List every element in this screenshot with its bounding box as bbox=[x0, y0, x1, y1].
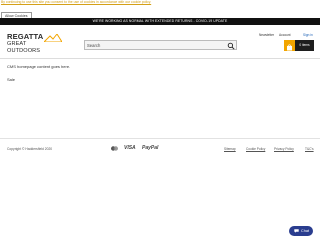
chat-label: Chat bbox=[301, 229, 310, 233]
footer-divider bbox=[0, 138, 320, 139]
footer-link-privacy-policy[interactable]: Privacy Policy bbox=[274, 147, 294, 151]
search-box[interactable] bbox=[84, 40, 237, 50]
logo[interactable]: REGATTA GREAT OUTDOORS bbox=[7, 33, 62, 55]
footer-link-terms[interactable]: T&C's bbox=[305, 147, 314, 151]
basket-button[interactable]: 0 items bbox=[295, 40, 314, 51]
visa-icon: VISA bbox=[124, 145, 136, 151]
header-divider bbox=[0, 58, 320, 59]
account-link[interactable]: Account bbox=[279, 33, 291, 37]
sign-in-link[interactable]: Sign in bbox=[303, 33, 313, 37]
mastercard-icon bbox=[111, 146, 118, 151]
newsletter-link[interactable]: Newsletter bbox=[259, 33, 274, 37]
promo-bar[interactable]: WE'RE WORKING AS NORMAL WITH EXTENDED RE… bbox=[0, 18, 320, 25]
basket-icon-box[interactable] bbox=[284, 40, 295, 51]
paypal-icon: PayPal bbox=[142, 145, 159, 151]
copyright-text: Copyright © Haddersfield 2020 bbox=[7, 147, 53, 151]
logo-line2: GREAT OUTDOORS bbox=[7, 41, 41, 54]
logo-mountain-icon bbox=[44, 34, 62, 42]
cms-content-text: CMS homepage content goes here. bbox=[7, 64, 71, 69]
chat-icon bbox=[294, 229, 299, 233]
search-icon[interactable] bbox=[227, 42, 235, 50]
basket-icon bbox=[287, 44, 292, 51]
sale-text[interactable]: Sale bbox=[7, 77, 15, 82]
footer-link-cookie-policy[interactable]: Cookie Policy bbox=[246, 147, 265, 151]
chat-button[interactable]: Chat bbox=[289, 226, 313, 236]
cookie-notice[interactable]: By continuing to use this site you conse… bbox=[1, 0, 151, 4]
search-input[interactable] bbox=[87, 42, 227, 49]
footer-link-sitemap[interactable]: Sitemap bbox=[224, 147, 236, 151]
